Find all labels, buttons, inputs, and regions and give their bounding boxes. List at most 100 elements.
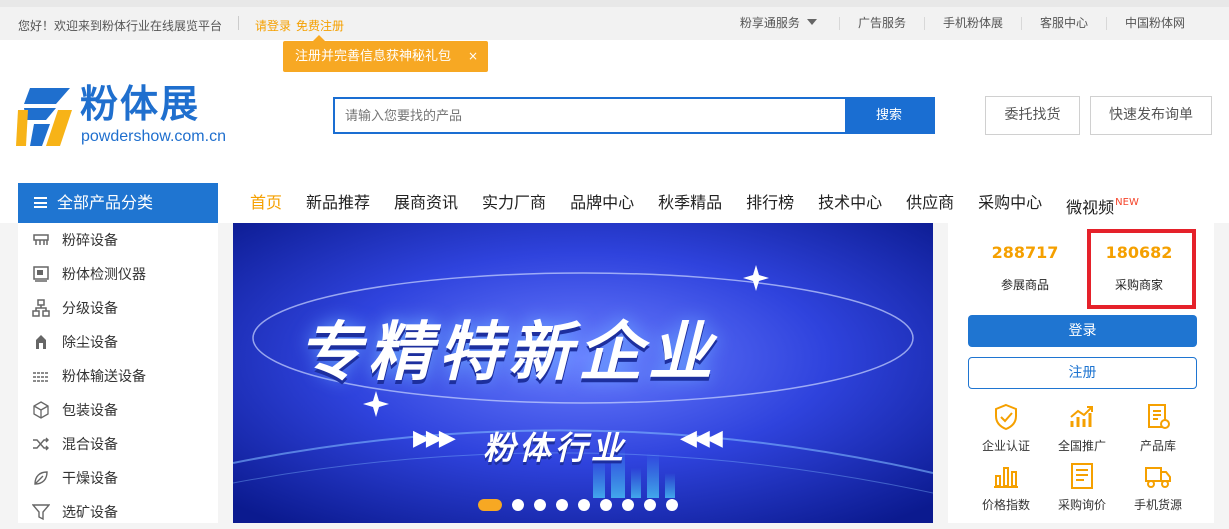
- register-promo-tooltip: 注册并完善信息获神秘礼包 ×: [283, 35, 488, 72]
- leaf-icon: [34, 471, 48, 485]
- logo-mark-icon: [16, 88, 72, 146]
- ad-service-link[interactable]: 广告服务: [838, 17, 924, 30]
- growth-chart-icon: [1070, 406, 1093, 427]
- sidebar-item-dryer[interactable]: 干燥设备: [18, 461, 218, 495]
- nav-item-home[interactable]: 首页: [238, 183, 294, 223]
- service-price-index[interactable]: 价格指数: [966, 462, 1046, 513]
- sidebar-item-package[interactable]: 包装设备: [18, 393, 218, 427]
- close-icon[interactable]: ×: [468, 41, 478, 72]
- inquiry-doc-icon: [1071, 463, 1093, 489]
- sidebar-item-label: 分级设备: [62, 301, 118, 317]
- nav-item-tech[interactable]: 技术中心: [806, 183, 894, 223]
- sidebar-item-dust[interactable]: 除尘设备: [18, 325, 218, 359]
- truck-icon: [1145, 467, 1171, 488]
- carousel-dot[interactable]: [478, 499, 502, 511]
- sidebar-item-instrument[interactable]: 粉体检测仪器: [18, 257, 218, 291]
- service-product-library[interactable]: 产品库: [1118, 403, 1198, 454]
- register-link[interactable]: 免费注册: [296, 17, 344, 34]
- top-links: 粉享通服务 广告服务 手机粉体展 客服中心 中国粉体网: [722, 17, 1203, 30]
- sidebar-item-label: 粉体输送设备: [62, 369, 146, 385]
- carousel-dot[interactable]: [622, 499, 634, 511]
- register-button[interactable]: 注册: [968, 357, 1197, 389]
- powder-service-label: 粉享通服务: [739, 16, 800, 30]
- sidebar-item-label: 选矿设备: [62, 505, 118, 521]
- shuffle-icon: [33, 437, 49, 451]
- nav-item-autumn[interactable]: 秋季精品: [646, 183, 734, 223]
- logo-brand: 粉体展: [80, 82, 201, 126]
- powder-service-menu[interactable]: 粉享通服务: [722, 17, 839, 30]
- sidebar-item-crusher[interactable]: 粉碎设备: [18, 223, 218, 257]
- nav-item-ranking[interactable]: 排行榜: [734, 183, 806, 223]
- nav-item-video-label: 微视频: [1066, 198, 1115, 217]
- bar-chart-icon: [994, 467, 1018, 488]
- all-categories-button[interactable]: 全部产品分类: [18, 183, 218, 223]
- nav-item-exhibitor-news[interactable]: 展商资讯: [382, 183, 470, 223]
- welcome-text: 您好！欢迎来到粉体行业在线展览平台: [18, 19, 223, 33]
- entrust-button[interactable]: 委托找货: [985, 96, 1080, 135]
- menu-icon: [34, 197, 47, 208]
- carousel-dot[interactable]: [556, 499, 568, 511]
- banner-subtitle: 粉体行业: [483, 429, 628, 467]
- login-link[interactable]: 请登录: [255, 17, 291, 34]
- nav-item-brands[interactable]: 品牌中心: [558, 183, 646, 223]
- carousel-dot[interactable]: [666, 499, 678, 511]
- instrument-icon: [33, 266, 49, 282]
- sidebar-item-conveyor[interactable]: 粉体输送设备: [18, 359, 218, 393]
- stat-goods-number: 288717: [991, 243, 1059, 262]
- conveyor-icon: [33, 372, 49, 382]
- service-label: 全国推广: [1057, 439, 1106, 453]
- banner-title: 专精特新企业: [298, 316, 718, 390]
- user-panel: 288717 参展商品 180682 采购商家 登录 注册 企业认证 全国推广 …: [948, 223, 1214, 523]
- service-label: 手机货源: [1133, 498, 1182, 512]
- dust-collector-icon: [36, 335, 46, 349]
- carousel-dot[interactable]: [600, 499, 612, 511]
- sidebar-item-ore[interactable]: 选矿设备: [18, 495, 218, 529]
- quick-post-button[interactable]: 快速发布询单: [1090, 96, 1212, 135]
- search-input[interactable]: [335, 99, 847, 132]
- nav-item-purchasing[interactable]: 采购中心: [966, 183, 1054, 223]
- service-label: 价格指数: [981, 498, 1030, 512]
- arrow-left-icon: ◀◀◀: [680, 426, 723, 451]
- service-enterprise-cert[interactable]: 企业认证: [966, 403, 1046, 454]
- sidebar-item-mixer[interactable]: 混合设备: [18, 427, 218, 461]
- nav-item-strong-makers[interactable]: 实力厂商: [470, 183, 558, 223]
- header: 粉体展 powdershow.com.cn 搜索 委托找货 快速发布询单: [0, 40, 1229, 183]
- all-categories-label: 全部产品分类: [57, 193, 154, 212]
- service-purchase-inquiry[interactable]: 采购询价: [1042, 462, 1122, 513]
- sidebar-item-label: 除尘设备: [62, 335, 118, 351]
- stat-goods-label: 参展商品: [1000, 278, 1049, 292]
- package-icon: [33, 401, 49, 419]
- nav-item-video[interactable]: 微视频NEW: [1054, 183, 1151, 223]
- search-button[interactable]: 搜索: [845, 99, 933, 132]
- shield-check-icon: [995, 403, 1017, 431]
- sidebar-item-classifier[interactable]: 分级设备: [18, 291, 218, 325]
- carousel-dot[interactable]: [534, 499, 546, 511]
- divider: [238, 16, 239, 30]
- main-nav: 全部产品分类 首页 新品推荐 展商资讯 实力厂商 品牌中心 秋季精品 排行榜 技…: [0, 183, 1229, 223]
- service-national-promo[interactable]: 全国推广: [1042, 403, 1122, 454]
- logo[interactable]: 粉体展 powdershow.com.cn: [16, 82, 226, 147]
- mobile-link[interactable]: 手机粉体展: [923, 17, 1021, 30]
- highlight-box: [1087, 229, 1196, 309]
- carousel-dot[interactable]: [578, 499, 590, 511]
- sidebar-item-label: 粉体检测仪器: [62, 267, 146, 283]
- sidebar-item-label: 包装设备: [62, 403, 118, 419]
- carousel-dots: [478, 499, 688, 511]
- category-sidebar: 粉碎设备 粉体检测仪器 分级设备 除尘设备 粉体输送设备 包装设备 混合设备 干…: [18, 223, 218, 523]
- carousel-dot[interactable]: [512, 499, 524, 511]
- service-label: 企业认证: [981, 439, 1030, 453]
- classifier-icon: [32, 299, 50, 317]
- sidebar-item-label: 干燥设备: [62, 471, 118, 487]
- login-button[interactable]: 登录: [968, 315, 1197, 347]
- nav-items: 首页 新品推荐 展商资讯 实力厂商 品牌中心 秋季精品 排行榜 技术中心 供应商…: [238, 183, 1151, 223]
- china-powder-link[interactable]: 中国粉体网: [1105, 17, 1203, 30]
- service-mobile-supply[interactable]: 手机货源: [1118, 462, 1198, 513]
- funnel-icon: [32, 504, 50, 521]
- hero-banner[interactable]: 专精特新企业 ▶▶▶ 粉体行业 ◀◀◀: [233, 223, 933, 523]
- nav-item-suppliers[interactable]: 供应商: [894, 183, 966, 223]
- sidebar-item-label: 粉碎设备: [62, 233, 118, 249]
- caret-down-icon: [806, 19, 817, 25]
- carousel-dot[interactable]: [644, 499, 656, 511]
- customer-service-link[interactable]: 客服中心: [1020, 17, 1106, 30]
- nav-item-new-products[interactable]: 新品推荐: [294, 183, 382, 223]
